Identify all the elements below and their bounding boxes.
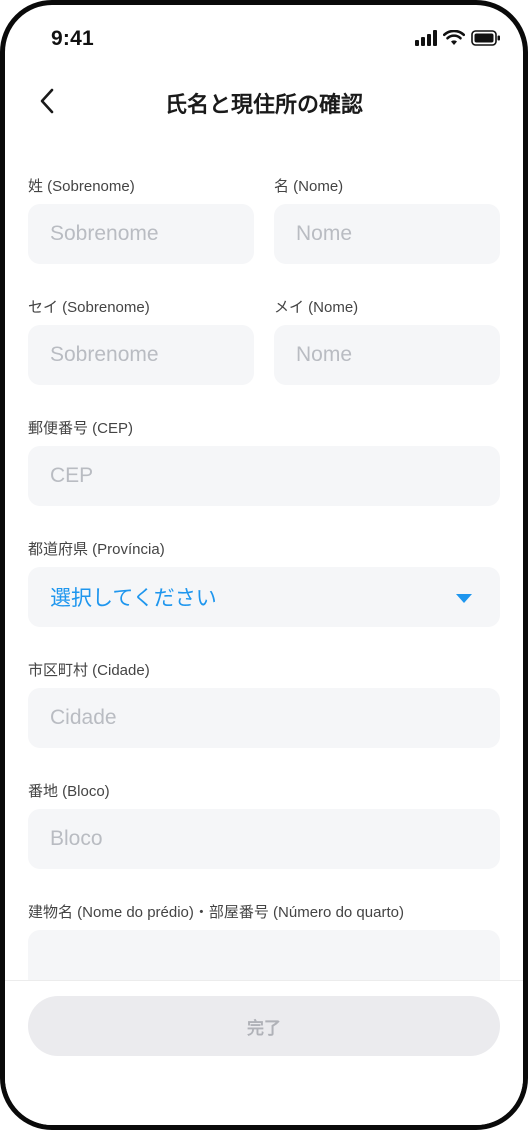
city-placeholder: Cidade [50,706,117,729]
address-form: 姓 (Sobrenome) 名 (Nome) Sobrenome Nome セイ… [28,165,500,980]
last-name-placeholder: Sobrenome [50,222,159,245]
prefecture-selected-value: 選択してください [50,587,217,610]
phone-frame: 9:41 氏名と現住所の確認 姓 (Sobrenome) 名 (Nome) So… [0,0,528,1130]
first-name-input[interactable]: Nome [274,204,500,264]
city-label: 市区町村 (Cidade) [28,662,150,679]
first-name-label: 名 (Nome) [274,178,344,195]
status-icons [415,29,501,51]
city-input[interactable]: Cidade [28,688,500,748]
last-name-input[interactable]: Sobrenome [28,204,254,264]
status-time: 9:41 [51,27,94,50]
postal-code-input[interactable]: CEP [28,446,500,506]
caret-down-icon [456,594,472,603]
status-bar: 9:41 [5,5,523,75]
building-label: 建物名 (Nome do prédio)・部屋番号 (Número do qua… [28,904,404,921]
last-name-kana-label: セイ (Sobrenome) [28,299,150,316]
postal-code-label: 郵便番号 (CEP) [28,420,134,437]
last-name-label: 姓 (Sobrenome) [28,178,135,195]
block-label: 番地 (Bloco) [28,783,110,800]
first-name-kana-placeholder: Nome [296,343,353,366]
page-title: 氏名と現住所の確認 [164,92,363,117]
block-placeholder: Bloco [50,827,103,850]
first-name-kana-input[interactable]: Nome [274,325,500,385]
signal-icon [415,29,437,51]
battery-icon [471,29,501,51]
first-name-placeholder: Nome [296,222,353,245]
building-input[interactable] [28,930,500,980]
postal-code-placeholder: CEP [50,464,94,487]
header: 氏名と現住所の確認 [5,75,523,131]
footer: 完了 [5,981,523,1125]
prefecture-select[interactable]: 選択してください [28,567,500,627]
first-name-kana-label: メイ (Nome) [274,299,359,316]
last-name-kana-input[interactable]: Sobrenome [28,325,254,385]
wifi-icon [442,29,466,51]
last-name-kana-placeholder: Sobrenome [50,343,159,366]
prefecture-label: 都道府県 (Província) [28,541,165,558]
block-input[interactable]: Bloco [28,809,500,869]
done-button[interactable]: 完了 [28,996,500,1056]
